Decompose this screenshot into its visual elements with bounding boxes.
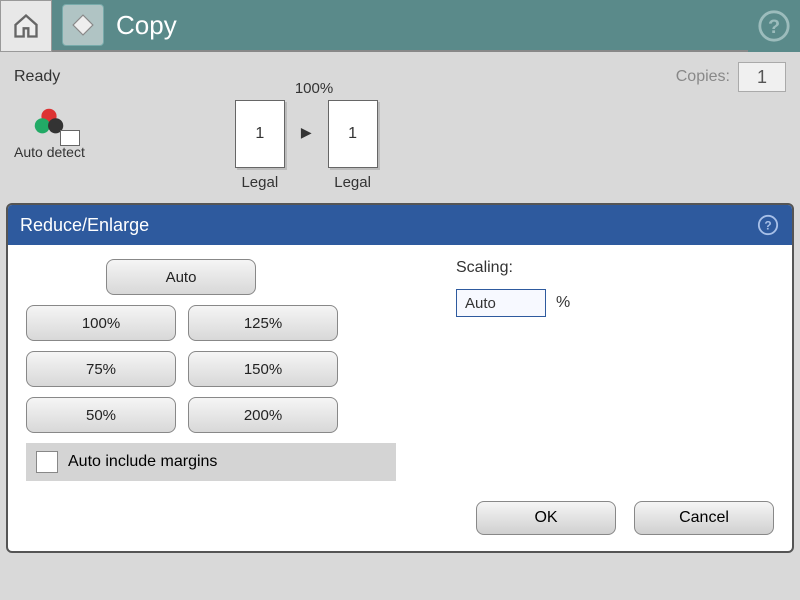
home-icon [12,12,40,40]
color-wheel-icon [22,100,76,144]
auto-margins-checkbox[interactable] [36,451,58,473]
status-row: Ready Copies: 1 [0,52,800,92]
svg-text:?: ? [768,16,780,38]
preset-row-1: 100% 125% [26,305,396,341]
preset-100-button[interactable]: 100% [26,305,176,341]
auto-detect-item[interactable]: Auto detect [14,100,85,160]
source-paper-number: 1 [255,125,264,143]
source-size-label: Legal [241,174,278,191]
dialog-body: Auto 100% 125% 75% 150% 50% 200% Auto in… [8,245,792,489]
scaling-input[interactable] [456,289,546,317]
copies-label: Copies: [676,68,730,86]
preset-150-button[interactable]: 150% [188,351,338,387]
cancel-button[interactable]: Cancel [634,501,774,535]
preset-125-button[interactable]: 125% [188,305,338,341]
help-icon: ? [757,214,779,236]
reduce-enlarge-dialog: Reduce/Enlarge ? Auto 100% 125% 75% 150%… [6,203,794,553]
copy-icon-box [62,4,104,46]
dialog-help-button[interactable]: ? [756,213,780,237]
arrow-right-icon: ▶ [301,124,312,141]
preset-auto-button[interactable]: Auto [106,259,256,295]
start-diamond-icon [69,11,97,39]
auto-margins-row[interactable]: Auto include margins [26,443,396,481]
preset-200-button[interactable]: 200% [188,397,338,433]
ok-button[interactable]: OK [476,501,616,535]
copies-group: Copies: 1 [676,62,786,92]
auto-detect-label: Auto detect [14,144,85,160]
help-button-top[interactable]: ? [748,0,800,52]
scaling-input-row: % [456,289,570,317]
scaling-unit: % [556,294,570,312]
dialog-titlebar: Reduce/Enlarge ? [8,205,792,245]
page-chip-icon [60,130,80,146]
copies-value-box[interactable]: 1 [738,62,786,92]
preview-row: Auto detect 100% 1 Legal ▶ 1 Legal [0,92,800,197]
preset-column: Auto 100% 125% 75% 150% 50% 200% Auto in… [26,259,396,481]
preset-50-button[interactable]: 50% [26,397,176,433]
target-size-label: Legal [334,174,371,191]
svg-text:?: ? [764,219,771,233]
target-paper-item[interactable]: 1 Legal [328,100,378,191]
scaling-label: Scaling: [456,259,570,277]
auto-margins-label: Auto include margins [68,453,217,471]
top-bar: Copy ? [0,0,800,52]
target-paper-number: 1 [348,125,357,143]
source-paper: 1 [235,100,285,168]
scale-percent-label: 100% [295,80,333,97]
source-paper-item[interactable]: 1 Legal [235,100,285,191]
preset-row-3: 50% 200% [26,397,396,433]
dialog-title: Reduce/Enlarge [20,215,149,236]
help-icon: ? [757,9,791,43]
dialog-footer: OK Cancel [8,489,792,551]
paper-preview-pair: 100% 1 Legal ▶ 1 Legal [235,100,378,191]
copy-header: Copy [52,0,748,50]
copies-value: 1 [757,67,767,88]
preset-row-2: 75% 150% [26,351,396,387]
home-button[interactable] [0,0,52,52]
scaling-column: Scaling: % [456,259,570,481]
target-paper: 1 [328,100,378,168]
preset-75-button[interactable]: 75% [26,351,176,387]
page-title: Copy [116,10,177,41]
status-label: Ready [14,68,60,86]
